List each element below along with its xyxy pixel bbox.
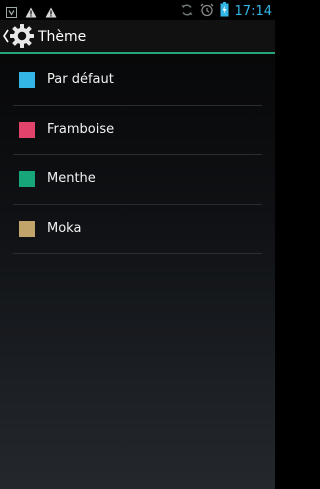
theme-option-par-defaut[interactable]: Par défaut bbox=[13, 56, 262, 106]
theme-option-framboise[interactable]: Framboise bbox=[13, 106, 262, 155]
action-bar: Thème bbox=[0, 20, 275, 54]
theme-label: Menthe bbox=[47, 171, 96, 186]
sync-icon bbox=[180, 2, 194, 21]
alarm-icon bbox=[200, 2, 214, 21]
battery-charging-icon bbox=[220, 2, 229, 21]
screen: 17:14 Thème Par défaut Framboise Menthe … bbox=[0, 0, 275, 489]
theme-option-moka[interactable]: Moka bbox=[13, 205, 262, 254]
theme-label: Moka bbox=[47, 220, 82, 236]
gear-icon[interactable] bbox=[9, 23, 35, 53]
color-swatch bbox=[19, 220, 35, 237]
status-time: 17:14 bbox=[234, 3, 272, 19]
page-title: Thème bbox=[38, 29, 87, 45]
system-icons: 17:14 bbox=[180, 2, 272, 21]
theme-label: Framboise bbox=[47, 121, 115, 137]
status-bar: 17:14 bbox=[0, 0, 275, 20]
color-swatch bbox=[19, 72, 35, 88]
color-swatch bbox=[19, 171, 35, 187]
theme-label: Par défaut bbox=[47, 72, 114, 87]
theme-list: Par défaut Framboise Menthe Moka bbox=[0, 56, 275, 254]
color-swatch bbox=[19, 121, 35, 138]
theme-option-menthe[interactable]: Menthe bbox=[13, 155, 262, 205]
